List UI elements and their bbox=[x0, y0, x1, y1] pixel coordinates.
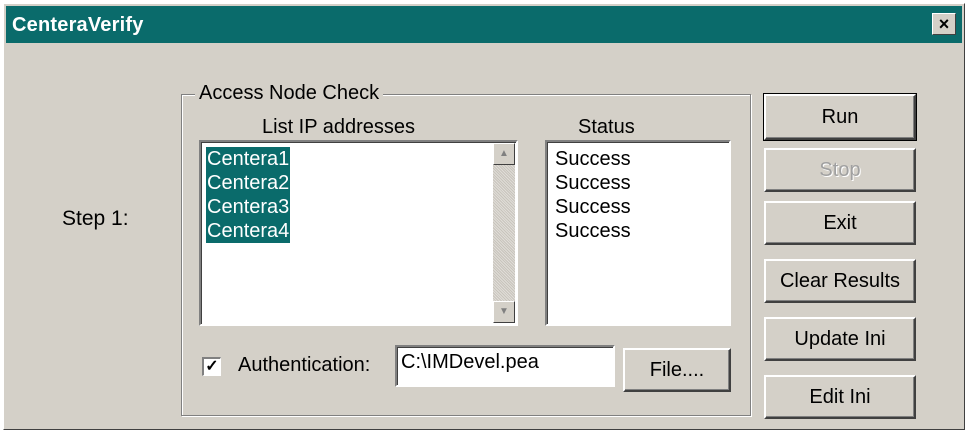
edit-ini-button[interactable]: Edit Ini bbox=[764, 375, 916, 419]
ip-list-header: List IP addresses bbox=[262, 116, 416, 138]
list-item: Success bbox=[555, 220, 631, 242]
list-item[interactable]: Centera2 bbox=[206, 171, 291, 195]
close-icon[interactable]: × bbox=[932, 13, 956, 35]
authentication-checkbox[interactable]: ✓ bbox=[202, 357, 221, 376]
clear-results-button[interactable]: Clear Results bbox=[764, 259, 916, 303]
list-item[interactable]: Centera4 bbox=[206, 219, 291, 243]
auth-file-path-input[interactable]: C:\IMDevel.pea bbox=[395, 345, 615, 387]
list-item[interactable]: Centera3 bbox=[206, 195, 291, 219]
ip-address-list[interactable]: Centera1 Centera2 Centera3 Centera4 ▲ ▼ bbox=[199, 140, 518, 326]
status-header: Status bbox=[578, 116, 635, 138]
list-item: Success bbox=[555, 172, 631, 194]
scroll-up-icon[interactable]: ▲ bbox=[493, 143, 515, 165]
exit-button[interactable]: Exit bbox=[764, 201, 916, 245]
step-label: Step 1: bbox=[62, 207, 129, 230]
list-item: Success bbox=[555, 196, 631, 218]
window-title: CenteraVerify bbox=[12, 14, 144, 36]
status-list[interactable]: Success Success Success Success bbox=[545, 140, 731, 326]
group-title: Access Node Check bbox=[195, 82, 384, 105]
list-item[interactable]: Centera1 bbox=[206, 147, 291, 171]
file-button[interactable]: File.... bbox=[623, 348, 731, 392]
authentication-label: Authentication: bbox=[238, 354, 371, 376]
scroll-down-icon[interactable]: ▼ bbox=[493, 301, 515, 323]
title-bar[interactable]: CenteraVerify × bbox=[6, 6, 962, 43]
update-ini-button[interactable]: Update Ini bbox=[764, 317, 916, 361]
list-item: Success bbox=[555, 148, 631, 170]
run-button[interactable]: Run bbox=[763, 93, 917, 141]
vertical-scrollbar[interactable]: ▲ ▼ bbox=[493, 143, 515, 323]
stop-button[interactable]: Stop bbox=[764, 148, 916, 192]
